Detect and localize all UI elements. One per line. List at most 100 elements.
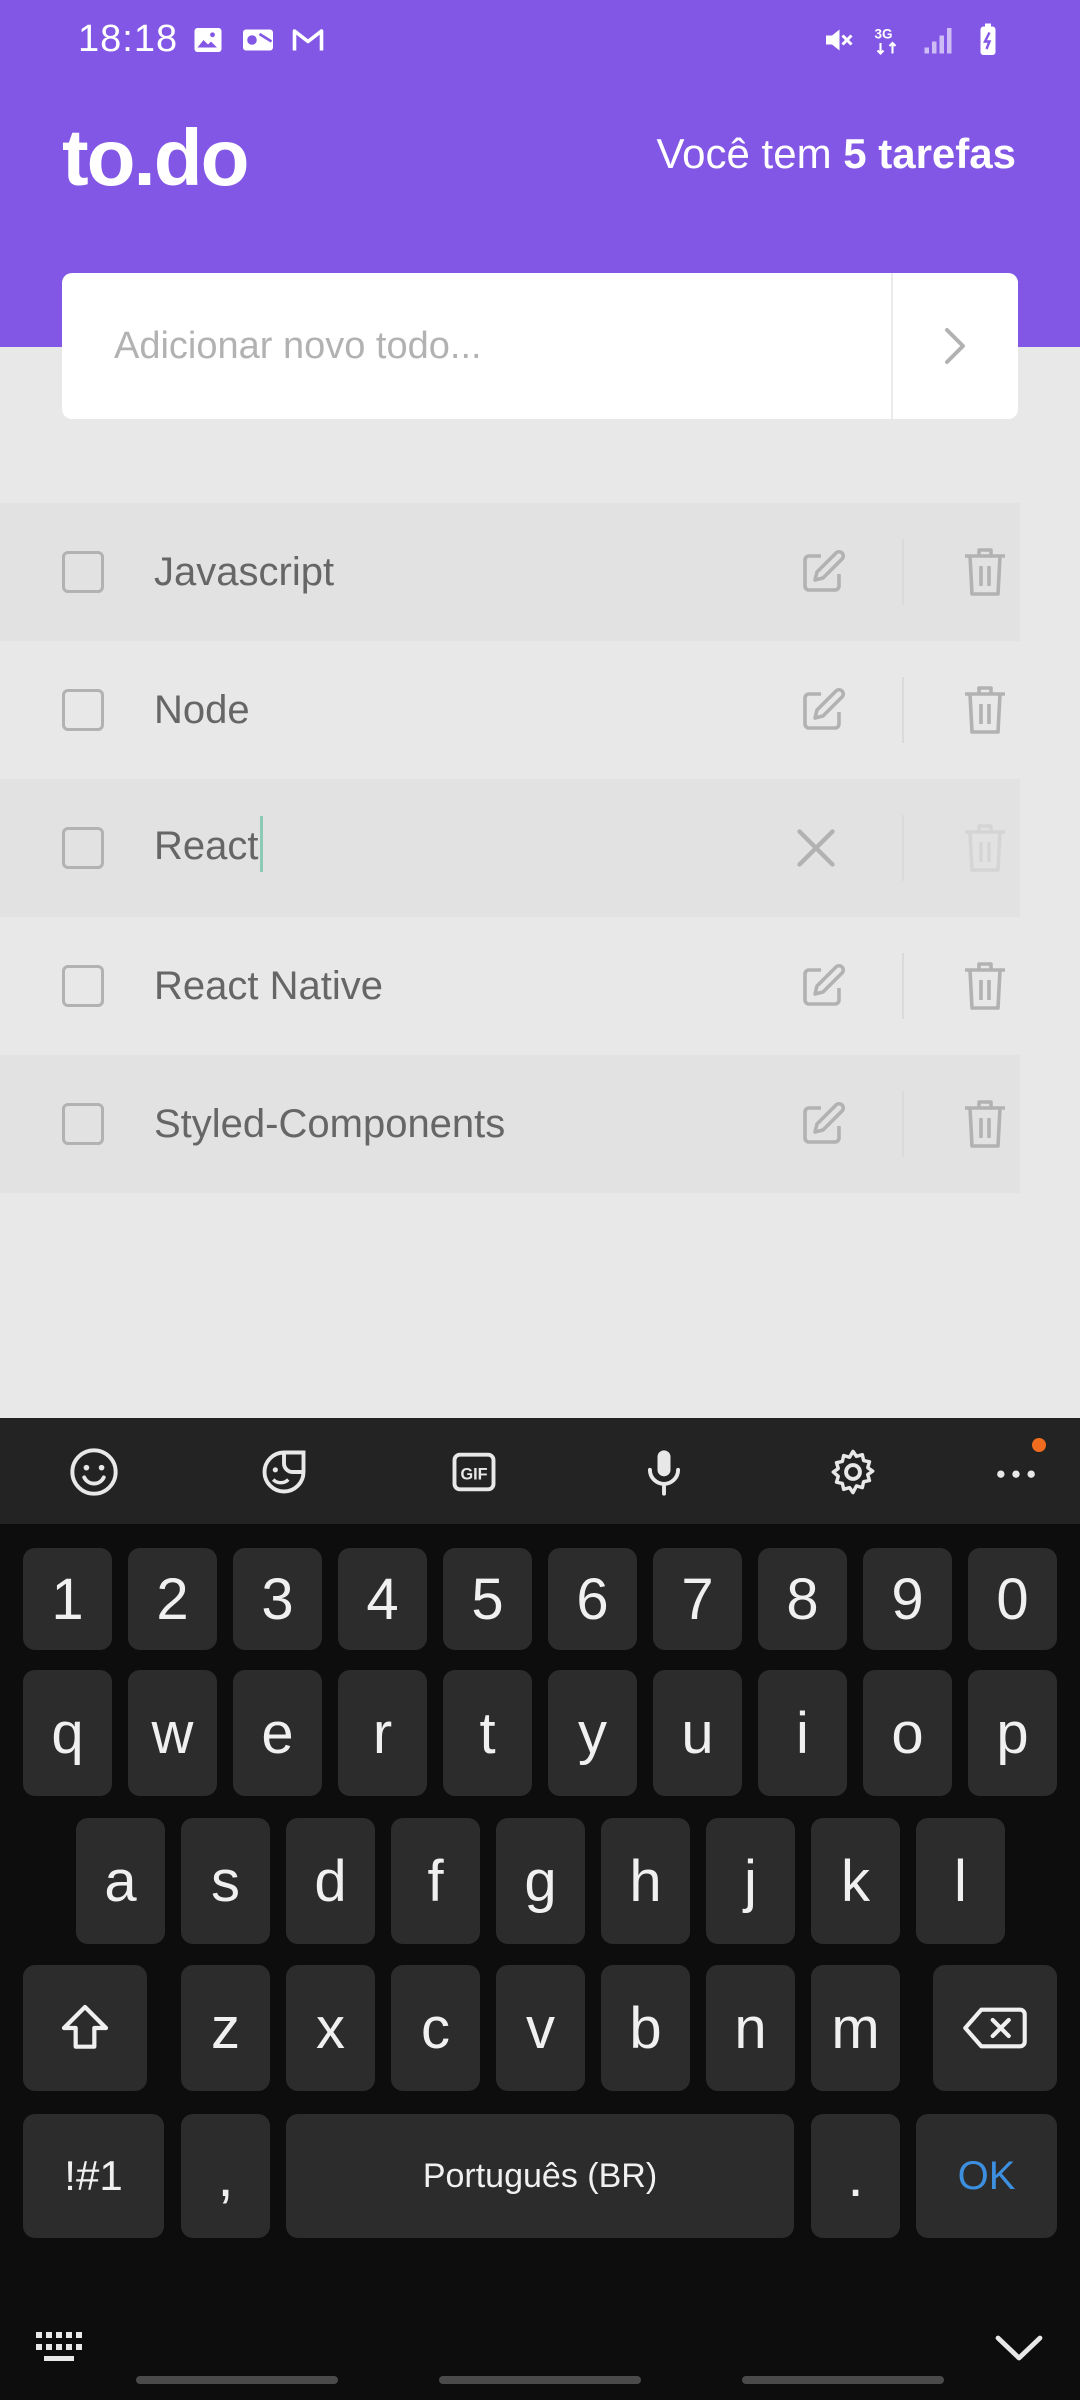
hide-keyboard-button[interactable] bbox=[994, 2330, 1044, 2369]
task-checkbox[interactable] bbox=[62, 551, 104, 593]
key-j[interactable]: j bbox=[706, 1818, 795, 1944]
task-item: Styled-Components bbox=[0, 1055, 1020, 1193]
trash-icon bbox=[965, 824, 1005, 872]
key-9[interactable]: 9 bbox=[863, 1548, 952, 1650]
trash-icon bbox=[965, 686, 1005, 734]
edit-icon bbox=[803, 687, 846, 730]
keyboard-settings-button[interactable] bbox=[827, 1446, 879, 1498]
key-2[interactable]: 2 bbox=[128, 1548, 217, 1650]
trash-icon bbox=[965, 548, 1005, 596]
sticker-button[interactable] bbox=[258, 1446, 310, 1498]
key-w[interactable]: w bbox=[128, 1670, 217, 1796]
sticker-icon bbox=[262, 1450, 306, 1494]
key-5[interactable]: 5 bbox=[443, 1548, 532, 1650]
edit-button[interactable] bbox=[795, 544, 851, 600]
key-u[interactable]: u bbox=[653, 1670, 742, 1796]
key-f[interactable]: f bbox=[391, 1818, 480, 1944]
key-p[interactable]: p bbox=[968, 1670, 1057, 1796]
key-d[interactable]: d bbox=[286, 1818, 375, 1944]
key-6[interactable]: 6 bbox=[548, 1548, 637, 1650]
key-b[interactable]: b bbox=[601, 1965, 690, 2091]
key-a[interactable]: a bbox=[76, 1818, 165, 1944]
key-r[interactable]: r bbox=[338, 1670, 427, 1796]
key-e[interactable]: e bbox=[233, 1670, 322, 1796]
key-s[interactable]: s bbox=[181, 1818, 270, 1944]
key-4[interactable]: 4 bbox=[338, 1548, 427, 1650]
nav-bar-handle bbox=[742, 2376, 944, 2384]
key-3[interactable]: 3 bbox=[233, 1548, 322, 1650]
edit-button[interactable] bbox=[795, 1096, 851, 1152]
status-bar: 18:18 3G bbox=[0, 0, 1080, 80]
task-title-edit-input[interactable]: React bbox=[154, 815, 263, 872]
delete-button[interactable] bbox=[960, 1096, 1010, 1152]
trash-icon bbox=[965, 962, 1005, 1010]
signal-icon bbox=[924, 28, 952, 54]
key-z[interactable]: z bbox=[181, 1965, 270, 2091]
network-3g-icon: 3G bbox=[875, 27, 897, 55]
outlook-icon bbox=[243, 29, 273, 51]
keyboard-switch-button[interactable] bbox=[34, 2330, 90, 2369]
key-l[interactable]: l bbox=[916, 1818, 1005, 1944]
app-screen: 18:18 3G to.do Você tem 5 tarefas Javasc… bbox=[0, 0, 1080, 2400]
edit-icon bbox=[803, 1101, 846, 1144]
edit-button[interactable] bbox=[795, 958, 851, 1014]
key-h[interactable]: h bbox=[601, 1818, 690, 1944]
action-divider bbox=[902, 677, 904, 743]
key-n[interactable]: n bbox=[706, 1965, 795, 2091]
task-item: React Native bbox=[0, 917, 1020, 1055]
add-todo-input[interactable] bbox=[62, 273, 891, 419]
emoji-button[interactable] bbox=[68, 1446, 120, 1498]
edit-icon bbox=[803, 963, 846, 1006]
key-o[interactable]: o bbox=[863, 1670, 952, 1796]
soft-keyboard: GIF 1 2 3 4 5 6 7 8 9 0 q w e r t y u i … bbox=[0, 1418, 1080, 2400]
period-key[interactable]: . bbox=[811, 2114, 900, 2238]
action-divider bbox=[902, 953, 904, 1019]
key-y[interactable]: y bbox=[548, 1670, 637, 1796]
delete-button[interactable] bbox=[960, 544, 1010, 600]
shift-icon bbox=[61, 2004, 109, 2049]
delete-button-disabled bbox=[960, 820, 1010, 876]
key-i[interactable]: i bbox=[758, 1670, 847, 1796]
shift-key[interactable] bbox=[23, 1965, 147, 2091]
voice-input-button[interactable] bbox=[638, 1446, 690, 1498]
task-checkbox[interactable] bbox=[62, 965, 104, 1007]
key-t[interactable]: t bbox=[443, 1670, 532, 1796]
delete-button[interactable] bbox=[960, 682, 1010, 738]
symbols-key[interactable]: !#1 bbox=[23, 2114, 164, 2238]
key-7[interactable]: 7 bbox=[653, 1548, 742, 1650]
backspace-key[interactable] bbox=[933, 1965, 1057, 2091]
gif-button[interactable]: GIF bbox=[448, 1446, 500, 1498]
cancel-edit-button[interactable] bbox=[788, 820, 844, 876]
task-checkbox[interactable] bbox=[62, 689, 104, 731]
more-icon bbox=[997, 1470, 1035, 1478]
key-0[interactable]: 0 bbox=[968, 1548, 1057, 1650]
add-todo-submit-button[interactable] bbox=[891, 273, 1018, 419]
task-title: Javascript bbox=[154, 549, 335, 594]
task-checkbox[interactable] bbox=[62, 1103, 104, 1145]
comma-key[interactable]: , bbox=[181, 2114, 270, 2238]
key-1[interactable]: 1 bbox=[23, 1548, 112, 1650]
task-item: Javascript bbox=[0, 503, 1020, 641]
task-checkbox[interactable] bbox=[62, 827, 104, 869]
task-counter: Você tem 5 tarefas bbox=[656, 130, 1016, 178]
space-key[interactable]: Português (BR) bbox=[286, 2114, 794, 2238]
key-g[interactable]: g bbox=[496, 1818, 585, 1944]
task-item-editing: React bbox=[0, 779, 1020, 917]
key-8[interactable]: 8 bbox=[758, 1548, 847, 1650]
key-q[interactable]: q bbox=[23, 1670, 112, 1796]
edit-button[interactable] bbox=[795, 682, 851, 738]
key-v[interactable]: v bbox=[496, 1965, 585, 2091]
more-options-button[interactable] bbox=[990, 1438, 1046, 1498]
notification-dot bbox=[1032, 1438, 1046, 1452]
settings-icon bbox=[831, 1449, 875, 1495]
action-divider bbox=[902, 815, 904, 881]
ok-key[interactable]: OK bbox=[916, 2114, 1057, 2238]
key-m[interactable]: m bbox=[811, 1965, 900, 2091]
key-k[interactable]: k bbox=[811, 1818, 900, 1944]
gmail-icon bbox=[292, 29, 324, 51]
key-x[interactable]: x bbox=[286, 1965, 375, 2091]
delete-button[interactable] bbox=[960, 958, 1010, 1014]
battery-charging-icon bbox=[980, 23, 996, 55]
key-c[interactable]: c bbox=[391, 1965, 480, 2091]
gif-icon: GIF bbox=[452, 1452, 496, 1492]
